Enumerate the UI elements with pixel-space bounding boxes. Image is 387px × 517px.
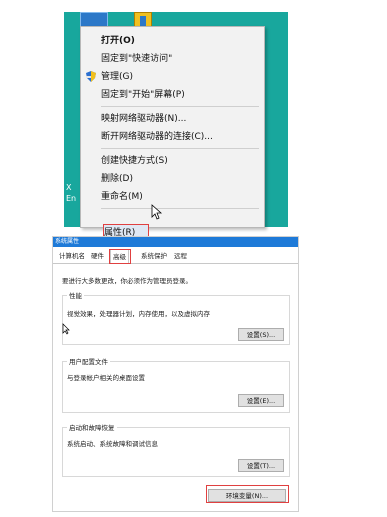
tab-hardware[interactable]: 硬件 [89, 251, 106, 262]
menu-separator [101, 106, 259, 107]
tab-system-protection[interactable]: 系统保护 [139, 251, 169, 262]
desktop-side-label: X En [66, 182, 76, 204]
menu-item-label: 固定到"开始"屏幕(P) [101, 90, 185, 100]
startup-recovery-desc: 系统启动、系统故障和调试信息 [67, 440, 158, 448]
environment-variables-button[interactable]: 环境变量(N)... [208, 489, 286, 502]
desktop-side-text-1: X [66, 183, 72, 192]
menu-item-rename[interactable]: 重命名(M) [81, 188, 264, 206]
menu-item-label: 删除(D) [101, 174, 133, 184]
user-profiles-settings-button[interactable]: 设置(E)... [238, 394, 284, 407]
menu-item-open[interactable]: 打开(O) [81, 32, 264, 50]
menu-item-delete[interactable]: 删除(D) [81, 170, 264, 188]
menu-item-pin-start[interactable]: 固定到"开始"屏幕(P) [81, 86, 264, 104]
system-properties-dialog: 系统属性 计算机名 硬件 高级 系统保护 远程 要进行大多数更改，你必须作为管理… [52, 236, 299, 512]
startup-recovery-settings-button[interactable]: 设置(T)... [238, 459, 284, 472]
menu-item-manage[interactable]: 管理(G) [81, 68, 264, 86]
menu-separator [101, 148, 259, 149]
performance-desc: 视觉效果，处理器计划，内存使用，以及虚拟内存 [67, 310, 210, 318]
menu-item-label: 断开网络驱动器的连接(C)... [101, 132, 213, 142]
user-profiles-desc: 与登录帐户相关的桌面设置 [67, 374, 145, 382]
menu-item-create-shortcut[interactable]: 创建快捷方式(S) [81, 152, 264, 170]
tab-strip: 计算机名 硬件 高级 系统保护 远程 [53, 249, 298, 264]
menu-item-label: 固定到"快速访问" [101, 54, 173, 64]
performance-title: 性能 [67, 290, 84, 300]
tab-remote[interactable]: 远程 [172, 251, 189, 262]
menu-item-label: 打开(O) [101, 36, 135, 46]
menu-item-label: 映射网络驱动器(N)... [101, 114, 187, 124]
menu-item-label: 创建快捷方式(S) [101, 156, 168, 166]
menu-item-label: 重命名(M) [101, 192, 143, 202]
shield-icon [86, 71, 96, 82]
context-menu: 打开(O) 固定到"快速访问" 管理(G) 固定到"开始"屏幕(P) 映射网络驱… [80, 26, 265, 228]
dialog-title-bar[interactable]: 系统属性 [53, 237, 298, 247]
startup-recovery-title: 启动和故障恢复 [67, 422, 117, 432]
menu-item-pin-quick-access[interactable]: 固定到"快速访问" [81, 50, 264, 68]
menu-separator [101, 208, 259, 209]
menu-item-map-drive[interactable]: 映射网络驱动器(N)... [81, 110, 264, 128]
performance-settings-button[interactable]: 设置(S)... [238, 328, 284, 341]
performance-group: 性能 视觉效果，处理器计划，内存使用，以及虚拟内存 设置(S)... [62, 290, 290, 345]
menu-item-disconnect-drive[interactable]: 断开网络驱动器的连接(C)... [81, 128, 264, 146]
dialog-title: 系统属性 [55, 238, 80, 245]
startup-recovery-group: 启动和故障恢复 系统启动、系统故障和调试信息 设置(T)... [62, 422, 290, 477]
admin-notice: 要进行大多数更改，你必须作为管理员登录。 [62, 277, 192, 285]
mouse-cursor-icon [151, 204, 163, 220]
user-profiles-title: 用户配置文件 [67, 356, 110, 366]
tab-computer-name[interactable]: 计算机名 [57, 251, 87, 262]
advanced-tab-highlight-box [109, 249, 131, 264]
menu-item-label: 管理(G) [101, 72, 133, 82]
mouse-cursor-icon [62, 323, 70, 335]
desktop-side-text-2: En [66, 194, 77, 203]
user-profiles-group: 用户配置文件 与登录帐户相关的桌面设置 设置(E)... [62, 356, 290, 413]
